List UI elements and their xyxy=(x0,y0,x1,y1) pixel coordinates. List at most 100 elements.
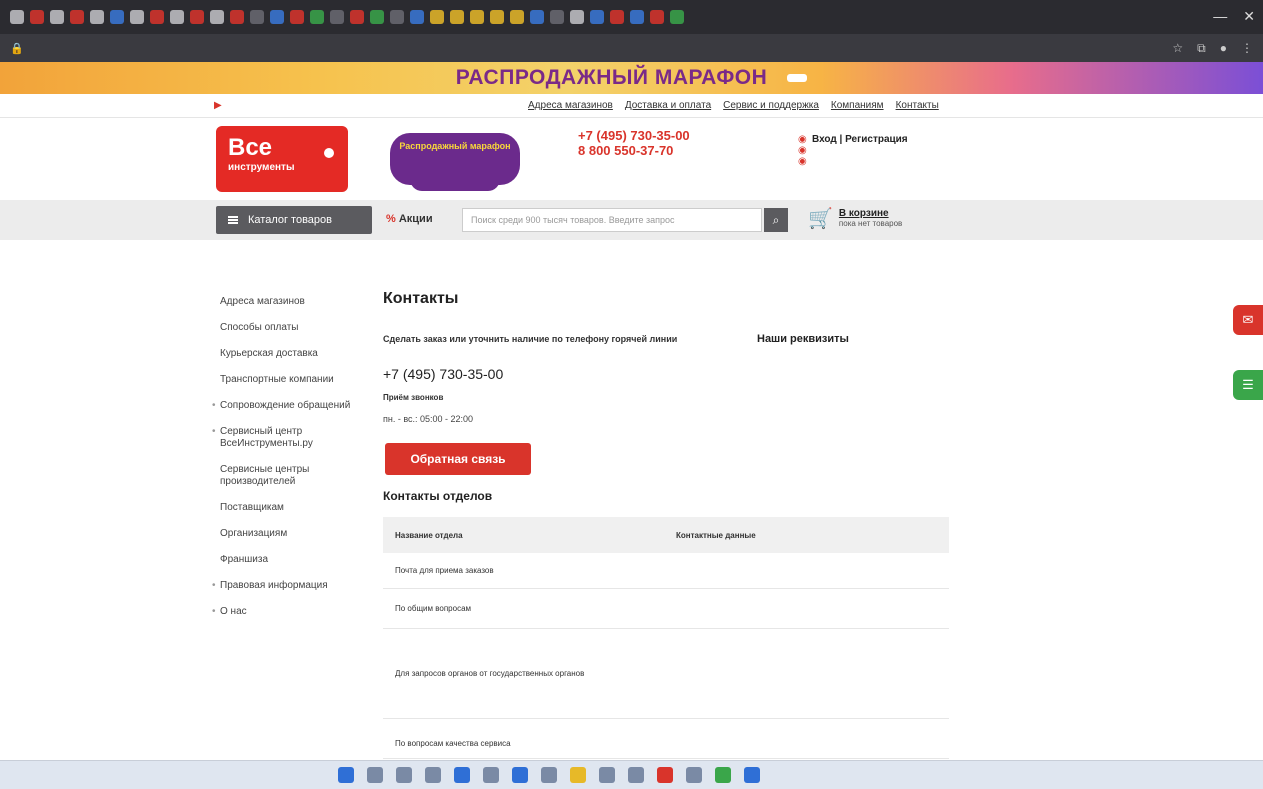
tab-icon[interactable] xyxy=(290,10,304,24)
header-phones: +7 (495) 730-35-00 8 800 550-37-70 xyxy=(578,128,690,168)
mail-float-button[interactable]: ✉ xyxy=(1233,305,1263,335)
logo-ru-icon xyxy=(324,148,334,158)
sidebar-item-courier[interactable]: Курьерская доставка xyxy=(220,348,360,360)
tab-icon[interactable] xyxy=(570,10,584,24)
hotline-phone[interactable]: +7 (495) 730-35-00 xyxy=(383,366,503,382)
sidebar: Адреса магазинов Способы оплаты Курьерск… xyxy=(212,296,360,632)
sidebar-item-payment[interactable]: Способы оплаты xyxy=(220,322,360,334)
address-bar[interactable]: 🔒 ☆ ⧉ ● ⋮ xyxy=(0,34,1263,62)
site-logo[interactable]: Все инструменты xyxy=(216,126,348,192)
tab-icon[interactable] xyxy=(30,10,44,24)
menu-icon[interactable]: ⋮ xyxy=(1241,41,1253,55)
feedback-button[interactable]: Обратная связь xyxy=(385,443,531,475)
tab-icon[interactable] xyxy=(630,10,644,24)
chat-float-button[interactable]: ☰ xyxy=(1233,370,1263,400)
search-button[interactable]: ⌕ xyxy=(764,208,788,232)
profile-icon[interactable]: ● xyxy=(1220,41,1227,55)
sidebar-item-appeals[interactable]: Сопровождение обращений xyxy=(212,400,360,412)
tab-icon[interactable] xyxy=(270,10,284,24)
sidebar-item-suppliers[interactable]: Поставщикам xyxy=(220,502,360,514)
star-icon[interactable]: ☆ xyxy=(1172,41,1183,55)
tab-icon[interactable] xyxy=(450,10,464,24)
extensions-icon[interactable]: ⧉ xyxy=(1197,41,1206,56)
edge-icon[interactable] xyxy=(454,767,470,783)
close-icon[interactable]: ✕ xyxy=(1243,8,1255,25)
top-link-companies[interactable]: Компаниям xyxy=(831,100,884,111)
phone-moscow[interactable]: +7 (495) 730-35-00 xyxy=(578,128,690,143)
tab-icon[interactable] xyxy=(550,10,564,24)
tab-icon[interactable] xyxy=(110,10,124,24)
top-links-bar: ▶ Адреса магазинов Доставка и оплата Сер… xyxy=(0,94,1263,118)
tab-icon[interactable] xyxy=(370,10,384,24)
taskbar-app-icon[interactable] xyxy=(483,767,499,783)
yandex-icon[interactable] xyxy=(657,767,673,783)
sidebar-item-stores[interactable]: Адреса магазинов xyxy=(220,296,360,308)
top-link-service[interactable]: Сервис и поддержка xyxy=(723,100,819,111)
cart-link[interactable]: 🛒 В корзине пока нет товаров xyxy=(808,208,902,230)
tab-icon[interactable] xyxy=(230,10,244,24)
tab-icon[interactable] xyxy=(50,10,64,24)
phone-free[interactable]: 8 800 550-37-70 xyxy=(578,143,690,158)
login-link[interactable]: Вход | Регистрация xyxy=(812,134,908,145)
tab-icon[interactable] xyxy=(250,10,264,24)
tab-icon[interactable] xyxy=(210,10,224,24)
top-link-stores[interactable]: Адреса магазинов xyxy=(528,100,613,111)
tab-icon[interactable] xyxy=(310,10,324,24)
location-pin-icon: ▶ xyxy=(214,100,222,111)
tab-icon[interactable] xyxy=(490,10,504,24)
excel-icon[interactable] xyxy=(715,767,731,783)
tab-icon[interactable] xyxy=(590,10,604,24)
sidebar-item-legal[interactable]: Правовая информация xyxy=(212,580,360,592)
taskbar-app-icon[interactable] xyxy=(744,767,760,783)
tab-icon[interactable] xyxy=(650,10,664,24)
actions-link[interactable]: % Акции xyxy=(386,213,433,225)
tab-icon[interactable] xyxy=(10,10,24,24)
header-promo-badge[interactable]: Распродажный марафон xyxy=(390,133,520,191)
sidebar-item-service-center[interactable]: Сервисный центр ВсеИнструменты.ру xyxy=(212,426,360,450)
search-icon[interactable] xyxy=(367,767,383,783)
taskbar-app-icon[interactable] xyxy=(512,767,528,783)
tab-icon[interactable] xyxy=(90,10,104,24)
tab-icon[interactable] xyxy=(670,10,684,24)
catalog-label: Каталог товаров xyxy=(248,214,332,226)
promo-banner[interactable]: РАСПРОДАЖНЫЙ МАРАФОН xyxy=(0,62,1263,94)
tab-icon[interactable] xyxy=(470,10,484,24)
tab-icon[interactable] xyxy=(130,10,144,24)
browser-tab-bar: — ✕ xyxy=(0,0,1263,34)
sidebar-item-transport[interactable]: Транспортные компании xyxy=(220,374,360,386)
search-input[interactable]: Поиск среди 900 тысяч товаров. Введите з… xyxy=(462,208,762,232)
catalog-button[interactable]: Каталог товаров xyxy=(216,206,372,234)
tab-icon[interactable] xyxy=(150,10,164,24)
tab-icon[interactable] xyxy=(530,10,544,24)
top-link-delivery[interactable]: Доставка и оплата xyxy=(625,100,711,111)
tab-icon[interactable] xyxy=(510,10,524,24)
folder-icon[interactable] xyxy=(570,767,586,783)
tab-icon[interactable] xyxy=(330,10,344,24)
sidebar-item-organizations[interactable]: Организациям xyxy=(220,528,360,540)
tab-icon[interactable] xyxy=(430,10,444,24)
sidebar-item-franchise[interactable]: Франшиза xyxy=(220,554,360,566)
tab-icon[interactable] xyxy=(350,10,364,24)
taskbar-app-icon[interactable] xyxy=(396,767,412,783)
taskbar-app-icon[interactable] xyxy=(686,767,702,783)
windows-start-icon[interactable] xyxy=(338,767,354,783)
requisites-title: Наши реквизиты xyxy=(757,333,849,345)
top-link-contacts[interactable]: Контакты xyxy=(896,100,939,111)
tab-icon[interactable] xyxy=(170,10,184,24)
taskbar-app-icon[interactable] xyxy=(425,767,441,783)
tab-icon[interactable] xyxy=(390,10,404,24)
tab-icon[interactable] xyxy=(70,10,84,24)
minimize-icon[interactable]: — xyxy=(1213,8,1227,25)
os-taskbar xyxy=(0,760,1263,789)
store-icon[interactable] xyxy=(541,767,557,783)
tab-icon[interactable] xyxy=(410,10,424,24)
city-selector[interactable]: ▶ xyxy=(214,100,222,111)
sidebar-item-about[interactable]: О нас xyxy=(212,606,360,618)
tab-icon[interactable] xyxy=(610,10,624,24)
tab-icon[interactable] xyxy=(190,10,204,24)
taskbar-app-icon[interactable] xyxy=(628,767,644,783)
sidebar-item-vendor-centers[interactable]: Сервисные центры производителей xyxy=(220,464,360,488)
chat-icon: ☰ xyxy=(1242,377,1254,392)
taskbar-app-icon[interactable] xyxy=(599,767,615,783)
promo-button[interactable] xyxy=(787,74,808,82)
